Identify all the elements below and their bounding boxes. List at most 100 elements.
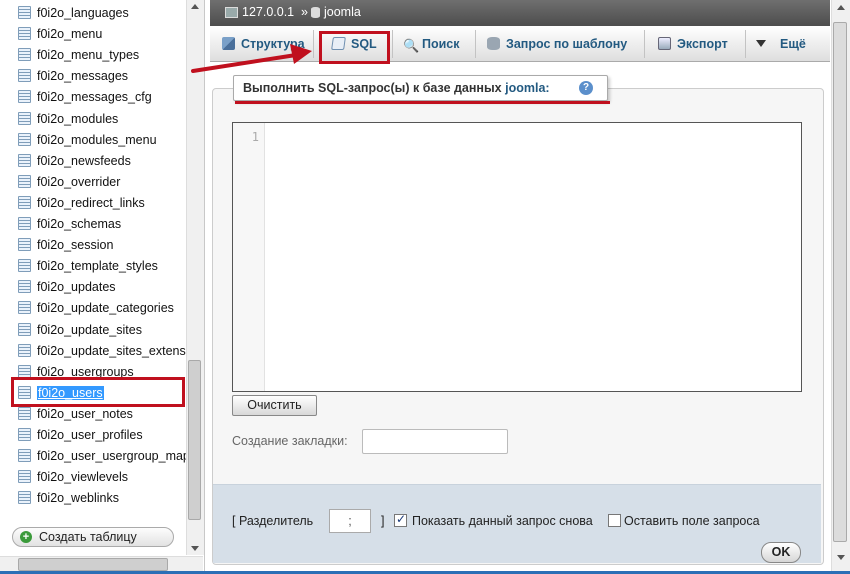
sidebar-table-item[interactable]: f0i2o_messages (18, 67, 128, 85)
sidebar-table-label[interactable]: f0i2o_user_notes (37, 407, 133, 421)
sidebar-table-item[interactable]: f0i2o_user_profiles (18, 426, 143, 444)
sidebar-table-label[interactable]: f0i2o_user_profiles (37, 428, 143, 442)
table-icon[interactable] (18, 6, 31, 19)
clear-button[interactable]: Очистить (232, 395, 317, 416)
sidebar-table-label[interactable]: f0i2o_redirect_links (37, 196, 145, 210)
sql-legend-database[interactable]: joomla: (505, 81, 549, 95)
sidebar-table-label[interactable]: f0i2o_schemas (37, 217, 121, 231)
sidebar-table-label[interactable]: f0i2o_overrider (37, 175, 120, 189)
sidebar-table-item[interactable]: f0i2o_user_usergroup_map (18, 447, 190, 465)
sidebar-table-item[interactable]: f0i2o_session (18, 236, 113, 254)
sidebar-scroll-thumb[interactable] (188, 360, 201, 520)
tab-divider (475, 30, 476, 58)
sidebar-table-item[interactable]: f0i2o_languages (18, 4, 129, 22)
sidebar-table-label[interactable]: f0i2o_weblinks (37, 491, 119, 505)
table-icon[interactable] (18, 259, 31, 272)
show-query-again-checkbox[interactable] (394, 512, 407, 527)
tab-query-label: Запрос по шаблону (506, 37, 628, 51)
sidebar-table-item[interactable]: f0i2o_modules (18, 110, 118, 128)
sidebar-table-item[interactable]: f0i2o_redirect_links (18, 194, 145, 212)
sql-editor[interactable] (232, 122, 802, 392)
sidebar-table-label[interactable]: f0i2o_modules (37, 112, 118, 126)
retain-query-checkbox[interactable] (608, 514, 621, 527)
table-icon[interactable] (18, 69, 31, 82)
sidebar-table-item[interactable]: f0i2o_overrider (18, 173, 120, 191)
show-query-again-label[interactable]: Показать данный запрос снова (412, 514, 593, 528)
sidebar-table-item[interactable]: f0i2o_menu_types (18, 46, 139, 64)
table-icon[interactable] (18, 154, 31, 167)
main-scroll-thumb[interactable] (833, 22, 847, 542)
breadcrumb-database[interactable]: joomla (324, 5, 361, 19)
sidebar-table-item[interactable]: f0i2o_updates (18, 278, 116, 296)
create-table-button[interactable]: + Создать таблицу (12, 527, 174, 547)
sidebar-table-label[interactable]: f0i2o_update_sites (37, 323, 142, 337)
sidebar-table-label[interactable]: f0i2o_menu (37, 27, 102, 41)
sidebar-table-label[interactable]: f0i2o_newsfeeds (37, 154, 131, 168)
sidebar-table-item[interactable]: f0i2o_update_sites (18, 321, 142, 339)
sidebar-table-item[interactable]: f0i2o_modules_menu (18, 131, 157, 149)
table-icon[interactable] (18, 238, 31, 251)
table-icon[interactable] (18, 27, 31, 40)
sidebar-table-item[interactable]: f0i2o_viewlevels (18, 468, 128, 486)
annotation-highlight-users-table (11, 377, 185, 407)
sidebar-table-item[interactable]: f0i2o_weblinks (18, 489, 119, 507)
table-icon[interactable] (18, 133, 31, 146)
table-icon[interactable] (18, 470, 31, 483)
sidebar-table-label[interactable]: f0i2o_update_sites_extensions (37, 344, 204, 358)
table-icon[interactable] (18, 112, 31, 125)
table-icon[interactable] (18, 449, 31, 462)
table-icon[interactable] (18, 90, 31, 103)
sidebar-table-label[interactable]: f0i2o_viewlevels (37, 470, 128, 484)
sidebar-table-label[interactable]: f0i2o_languages (37, 6, 129, 20)
ok-button[interactable]: OK (761, 542, 801, 563)
table-icon[interactable] (18, 217, 31, 230)
scroll-up-arrow-icon[interactable] (837, 5, 845, 10)
scroll-down-arrow-icon[interactable] (837, 555, 845, 560)
retain-query-label[interactable]: Оставить поле запроса (624, 514, 760, 528)
table-icon[interactable] (18, 323, 31, 336)
table-icon[interactable] (18, 175, 31, 188)
sidebar-table-item[interactable]: f0i2o_template_styles (18, 257, 158, 275)
tab-search[interactable]: 🔍 Поиск (403, 34, 460, 54)
tab-more[interactable]: Ещё (756, 34, 806, 54)
table-icon[interactable] (18, 428, 31, 441)
table-icon[interactable] (18, 344, 31, 357)
sidebar-table-label[interactable]: f0i2o_session (37, 238, 113, 252)
scroll-up-arrow-icon[interactable] (191, 4, 199, 9)
table-icon[interactable] (18, 407, 31, 420)
tab-query[interactable]: Запрос по шаблону (487, 34, 627, 54)
sidebar-table-label[interactable]: f0i2o_modules_menu (37, 133, 157, 147)
sidebar-table-label[interactable]: f0i2o_template_styles (37, 259, 158, 273)
table-icon[interactable] (18, 280, 31, 293)
tab-divider (644, 30, 645, 58)
breadcrumb-server[interactable]: 127.0.0.1 (242, 5, 294, 19)
scroll-down-arrow-icon[interactable] (191, 546, 199, 551)
sidebar-table-label[interactable]: f0i2o_update_categories (37, 301, 174, 315)
table-icon[interactable] (18, 301, 31, 314)
query-icon (487, 37, 500, 50)
tab-export[interactable]: Экспорт (658, 34, 728, 54)
table-icon[interactable] (18, 196, 31, 209)
sidebar-table-item[interactable]: f0i2o_update_sites_extensions (18, 342, 204, 360)
line-number: 1 (251, 130, 259, 144)
sidebar-table-item[interactable]: f0i2o_menu (18, 25, 102, 43)
sidebar-table-label[interactable]: f0i2o_menu_types (37, 48, 139, 62)
sidebar-table-label[interactable]: f0i2o_user_usergroup_map (37, 449, 190, 463)
sidebar-table-item[interactable]: f0i2o_update_categories (18, 299, 174, 317)
bookmark-input[interactable] (362, 429, 508, 454)
table-icon[interactable] (18, 48, 31, 61)
tab-structure[interactable]: Структура (222, 34, 305, 54)
sidebar-table-label[interactable]: f0i2o_updates (37, 280, 116, 294)
delimiter-close: ] (381, 514, 385, 528)
sidebar-horizontal-scroll-thumb[interactable] (18, 558, 168, 571)
sidebar-table-label[interactable]: f0i2o_messages (37, 69, 128, 83)
sidebar-table-item[interactable]: f0i2o_messages_cfg (18, 88, 152, 106)
delimiter-input[interactable]: ; (329, 509, 371, 533)
help-icon[interactable]: ? (579, 81, 593, 95)
sidebar-table-item[interactable]: f0i2o_newsfeeds (18, 152, 131, 170)
sidebar-table-label[interactable]: f0i2o_messages_cfg (37, 90, 152, 104)
breadcrumb-separator: » (301, 5, 308, 19)
sidebar-table-item[interactable]: f0i2o_schemas (18, 215, 121, 233)
table-icon[interactable] (18, 491, 31, 504)
sidebar-table-item[interactable]: f0i2o_user_notes (18, 405, 133, 423)
